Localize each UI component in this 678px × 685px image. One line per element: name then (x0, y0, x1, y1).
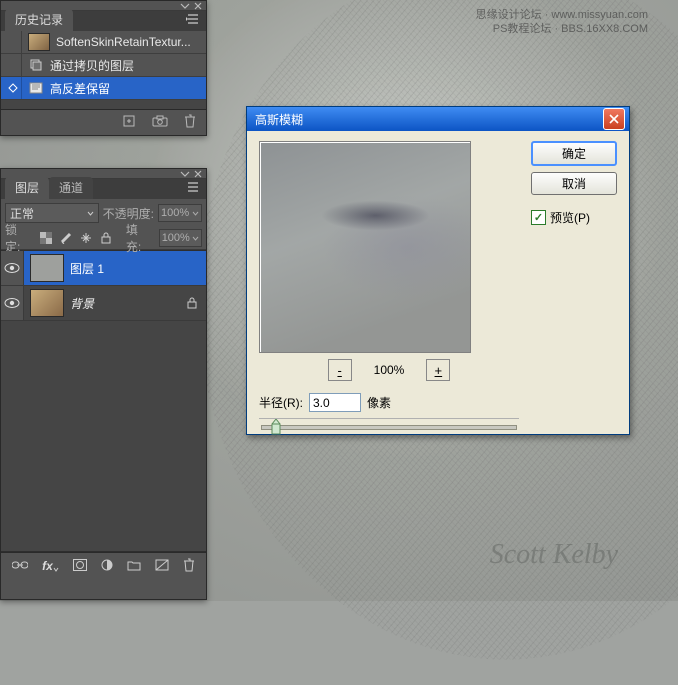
watermark-line2: PS教程论坛 · BBS.16XX8.COM (476, 22, 648, 36)
cancel-button[interactable]: 取消 (531, 172, 617, 195)
snapshot-label: SoftenSkinRetainTextur... (56, 35, 202, 49)
snapshot-thumbnail-icon (28, 33, 50, 51)
preview-checkbox[interactable]: ✓ (531, 210, 546, 225)
opacity-value: 100% (161, 207, 189, 219)
new-snapshot-icon[interactable] (152, 115, 168, 130)
layers-panel: 图层 通道 正常 不透明度: 100% 锁定: 填充: 100% (0, 168, 207, 600)
lock-label: 锁定: (5, 221, 32, 255)
ok-button[interactable]: 确定 (531, 141, 617, 166)
panel-menu-icon[interactable] (186, 13, 202, 27)
chevron-down-icon (87, 210, 94, 217)
layer-name[interactable]: 背景 (70, 295, 186, 312)
layer-thumbnail[interactable] (30, 289, 64, 317)
adjustment-layer-icon[interactable] (101, 559, 113, 574)
close-button[interactable] (603, 108, 625, 130)
history-empty-area (1, 100, 206, 109)
trash-icon[interactable] (183, 558, 195, 575)
minus-icon: - (337, 363, 341, 378)
chevron-down-icon (192, 210, 199, 217)
radius-label: 半径(R): (259, 394, 303, 411)
layer-row[interactable]: 图层 1 (1, 251, 206, 286)
lock-position-icon[interactable] (78, 230, 94, 246)
tab-channels[interactable]: 通道 (49, 177, 93, 199)
fill-label: 填充: (126, 221, 153, 255)
create-document-icon[interactable] (122, 114, 136, 131)
trash-icon[interactable] (184, 114, 196, 131)
lock-pixels-icon[interactable] (58, 230, 74, 246)
history-step-label: 通过拷贝的图层 (50, 57, 202, 74)
dialog-title: 高斯模糊 (255, 111, 303, 128)
blend-mode-value: 正常 (10, 205, 34, 222)
lock-icon (186, 297, 198, 309)
radius-input[interactable] (309, 393, 361, 412)
layer-name[interactable]: 图层 1 (70, 260, 206, 277)
history-snapshot[interactable]: SoftenSkinRetainTextur... (1, 31, 206, 54)
blend-mode-select[interactable]: 正常 (5, 203, 99, 223)
history-footer (1, 109, 206, 134)
collapse-icon[interactable] (180, 2, 190, 10)
eye-icon (4, 262, 20, 274)
tab-history[interactable]: 历史记录 (5, 9, 73, 31)
tab-layers[interactable]: 图层 (5, 177, 49, 199)
layer-row[interactable]: 背景 (1, 286, 206, 321)
layer-list: 图层 1 背景 (1, 250, 206, 552)
history-panel: 历史记录 SoftenSkinRetainTextur... 通过拷贝的图层 高… (0, 0, 207, 136)
radius-slider[interactable] (259, 418, 519, 435)
preview-checkbox-label: 预览(P) (550, 209, 590, 226)
layer-style-icon[interactable]: fx (42, 559, 59, 573)
close-panel-icon[interactable] (193, 170, 203, 178)
layers-tabbar: 图层 通道 (1, 179, 206, 199)
watermark: 思缘设计论坛 · www.missyuan.com PS教程论坛 · BBS.1… (476, 8, 648, 37)
plus-icon: + (435, 363, 443, 378)
layer-thumbnail[interactable] (30, 254, 64, 282)
chevron-down-icon (192, 235, 199, 242)
opacity-field[interactable]: 100% (158, 204, 202, 222)
filter-step-icon (28, 80, 44, 96)
history-step-label: 高反差保留 (50, 80, 202, 97)
panel-menu-icon[interactable] (186, 181, 202, 195)
new-layer-icon[interactable] (155, 559, 169, 574)
signature: Scott Kelby (490, 539, 618, 571)
gaussian-blur-dialog: 高斯模糊 - 100% + 半径(R): 像素 (246, 106, 630, 435)
lock-transparency-icon[interactable] (38, 230, 54, 246)
zoom-out-button[interactable]: - (328, 359, 352, 381)
history-step[interactable]: 通过拷贝的图层 (1, 54, 206, 77)
history-tabbar: 历史记录 (1, 11, 206, 31)
group-icon[interactable] (127, 559, 141, 574)
opacity-label: 不透明度: (103, 205, 154, 222)
layers-footer: fx (1, 552, 206, 579)
history-brush-marker[interactable] (5, 77, 22, 99)
layer-copy-icon (28, 57, 44, 73)
visibility-toggle[interactable] (1, 251, 24, 285)
visibility-toggle[interactable] (1, 286, 24, 320)
radius-unit: 像素 (367, 394, 391, 411)
fill-value: 100% (162, 232, 190, 244)
collapse-icon[interactable] (180, 170, 190, 178)
preview-image[interactable] (259, 141, 471, 353)
fill-field[interactable]: 100% (159, 229, 202, 247)
close-panel-icon[interactable] (193, 2, 203, 10)
add-mask-icon[interactable] (73, 559, 87, 574)
slider-thumb-icon[interactable] (271, 419, 281, 435)
lock-all-icon[interactable] (98, 230, 114, 246)
watermark-line1: 思缘设计论坛 · www.missyuan.com (476, 8, 648, 22)
zoom-in-button[interactable]: + (426, 359, 450, 381)
close-icon (609, 114, 619, 124)
dialog-titlebar[interactable]: 高斯模糊 (247, 107, 629, 131)
link-layers-icon[interactable] (12, 559, 28, 573)
zoom-value: 100% (374, 363, 405, 377)
history-step-selected[interactable]: 高反差保留 (1, 77, 206, 100)
eye-icon (4, 297, 20, 309)
